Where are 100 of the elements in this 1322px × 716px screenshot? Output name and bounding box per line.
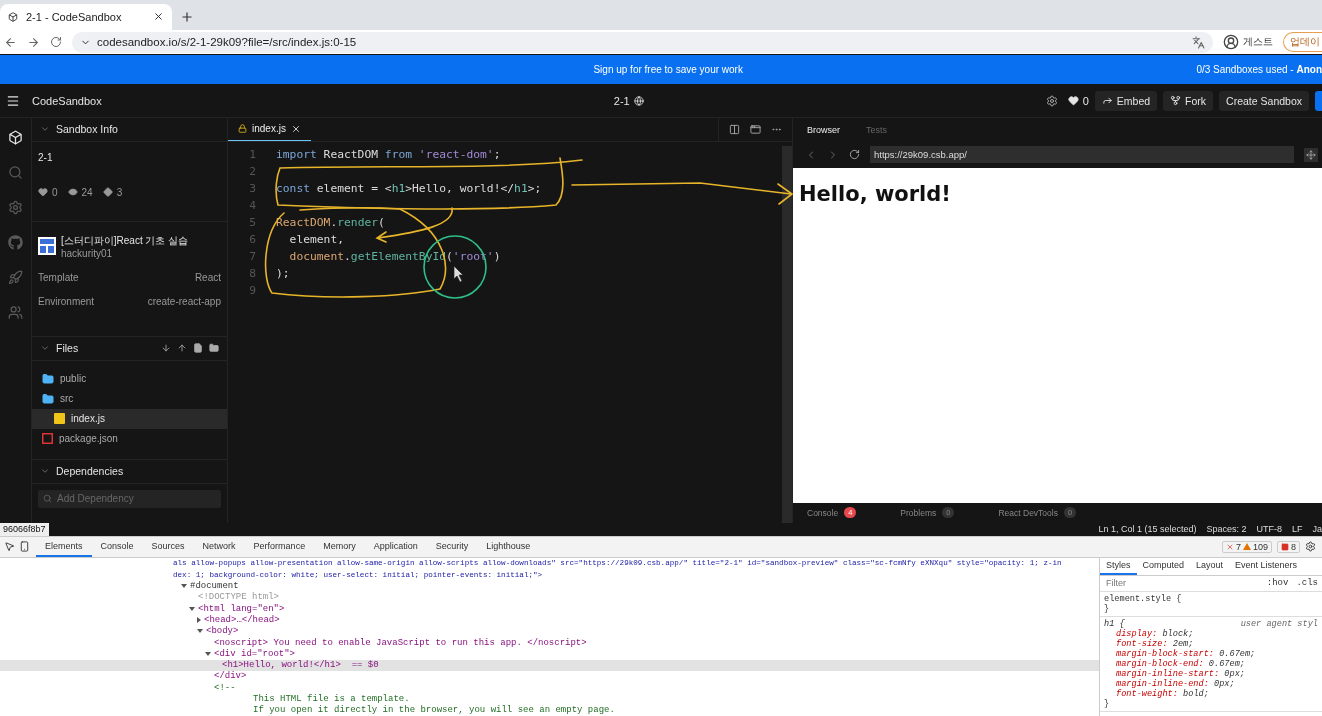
dom-node[interactable]: <div id="root"> bbox=[173, 648, 1099, 660]
new-tab-icon[interactable] bbox=[180, 9, 194, 24]
preview-url-field[interactable]: https://29k09.csb.app/ bbox=[870, 146, 1294, 164]
line-number: 8 bbox=[248, 266, 257, 280]
styles-tab[interactable]: Event Listeners bbox=[1229, 557, 1304, 575]
page-heading: Hello, world! bbox=[799, 181, 951, 206]
code-line: import ReactDOM from 'react-dom'; bbox=[276, 147, 501, 161]
file-item[interactable]: index.js bbox=[32, 408, 227, 429]
dom-node[interactable]: <noscript> You need to enable JavaScript to run this app. </noscript> bbox=[173, 636, 1099, 649]
styles-tab[interactable]: Styles bbox=[1100, 557, 1137, 575]
file-item[interactable]: public bbox=[32, 368, 227, 389]
scrollbar[interactable] bbox=[782, 145, 792, 523]
warning-icon bbox=[1242, 543, 1251, 551]
heart-icon[interactable] bbox=[1067, 95, 1079, 106]
profile-chip[interactable]: 게스트 bbox=[1223, 34, 1273, 51]
section-header[interactable]: Dependencies bbox=[32, 459, 227, 484]
sandbox-name: 2-1 bbox=[613, 94, 630, 107]
cube-icon[interactable] bbox=[8, 129, 23, 145]
dom-node[interactable]: <!-- bbox=[173, 682, 1099, 694]
devtools-tab[interactable]: Security bbox=[426, 536, 478, 558]
devtools-tab[interactable]: Lighthouse bbox=[477, 536, 540, 558]
devtools-tab[interactable]: Sources bbox=[142, 536, 194, 558]
profile-icon bbox=[1223, 34, 1239, 51]
dom-node[interactable]: <body> bbox=[173, 625, 1099, 637]
status-item: Spaces: 2 bbox=[1206, 524, 1247, 535]
dom-node[interactable]: <html lang="en"> bbox=[173, 603, 1099, 615]
banner-message: Sign up for free to save your work bbox=[592, 64, 744, 76]
fork-button[interactable]: Fork bbox=[1163, 90, 1214, 111]
expand-triangle-icon[interactable] bbox=[205, 651, 211, 656]
dom-node[interactable]: #document bbox=[173, 580, 1099, 592]
line-number: 2 bbox=[248, 164, 257, 178]
github-icon[interactable] bbox=[8, 234, 23, 250]
dom-node[interactable]: <head>…</head> bbox=[173, 614, 1099, 626]
close-icon[interactable] bbox=[153, 11, 164, 23]
devtools-tab[interactable]: Performance bbox=[244, 536, 315, 558]
stat-count: 3 bbox=[116, 186, 123, 198]
filter-field[interactable]: Filter bbox=[1104, 577, 1259, 590]
devtools-tab[interactable]: Console bbox=[91, 536, 143, 558]
section-header[interactable]: Sandbox Info bbox=[32, 117, 227, 142]
translate-icon[interactable] bbox=[1192, 35, 1205, 49]
editor-tab[interactable]: index.js bbox=[228, 117, 311, 141]
window-tab[interactable]: 2-1 - CodeSandbox bbox=[0, 3, 172, 30]
code-line: const element = <h1>Hello, world!</h1>; bbox=[276, 181, 542, 195]
devtools-tab[interactable]: Elements bbox=[36, 536, 92, 558]
device-icon[interactable] bbox=[19, 541, 30, 553]
issues-badge[interactable]: 8 bbox=[1277, 540, 1300, 553]
settings-icon[interactable] bbox=[1305, 541, 1316, 553]
expand-triangle-icon[interactable] bbox=[181, 584, 187, 589]
download-icon[interactable] bbox=[161, 343, 171, 354]
dom-node[interactable]: <h1>Hello, world!</h1> == $0 bbox=[0, 659, 1099, 671]
css-declaration: display: block; bbox=[1115, 628, 1195, 639]
preview-icon[interactable] bbox=[750, 123, 761, 135]
menu-icon[interactable] bbox=[6, 93, 20, 108]
css-brace: } bbox=[1104, 603, 1111, 614]
styles-tab[interactable]: Layout bbox=[1190, 557, 1230, 575]
search-icon bbox=[43, 494, 52, 504]
brand-name: CodeSandbox bbox=[32, 94, 102, 107]
rocket-icon[interactable] bbox=[8, 269, 23, 285]
issue-counts[interactable]: 7 109 bbox=[1221, 540, 1272, 553]
search-icon[interactable] bbox=[8, 164, 23, 180]
style-toggle[interactable]: .cls bbox=[1296, 578, 1318, 589]
settings-icon[interactable] bbox=[8, 199, 23, 215]
close-icon[interactable] bbox=[290, 123, 301, 134]
share-button[interactable] bbox=[1315, 90, 1322, 111]
users-icon[interactable] bbox=[8, 304, 23, 320]
section-header[interactable]: Files bbox=[32, 336, 227, 361]
new-folder-icon[interactable] bbox=[209, 343, 219, 354]
detail-value: React bbox=[194, 271, 221, 283]
js-file-icon bbox=[54, 413, 65, 425]
devtools-tab[interactable]: Application bbox=[364, 536, 427, 558]
move-icon[interactable] bbox=[1304, 147, 1318, 162]
reload-icon[interactable] bbox=[50, 36, 62, 49]
create-sandbox-button[interactable]: Create Sandbox bbox=[1219, 90, 1309, 111]
devtools-tab[interactable]: Network bbox=[193, 536, 245, 558]
styles-tab[interactable]: Computed bbox=[1136, 557, 1191, 575]
team-avatar-icon bbox=[38, 237, 56, 256]
diamond-icon bbox=[102, 187, 113, 198]
detail-value: create-react-app bbox=[147, 295, 221, 307]
css-brace: } bbox=[1104, 698, 1111, 709]
embed-button[interactable]: Embed bbox=[1094, 90, 1158, 111]
style-toggle[interactable]: :hov bbox=[1266, 578, 1289, 589]
commit-hash: 96066f8b7 bbox=[0, 522, 49, 536]
cursor-icon bbox=[453, 265, 464, 283]
line-number: 7 bbox=[248, 249, 257, 263]
update-button[interactable]: 업데이 bbox=[1283, 32, 1322, 53]
forward-icon[interactable] bbox=[27, 35, 40, 49]
folder-icon bbox=[42, 392, 54, 405]
split-view-icon[interactable] bbox=[729, 123, 740, 135]
file-item[interactable]: src bbox=[32, 388, 227, 409]
new-file-icon[interactable] bbox=[193, 343, 203, 354]
inspect-icon[interactable] bbox=[4, 541, 15, 553]
preview-tab[interactable]: Browser bbox=[807, 124, 840, 135]
file-item[interactable]: package.json bbox=[32, 428, 227, 449]
address-field[interactable]: codesandbox.io/s/2-1-29k09?file=/src/index.js:0-15 bbox=[72, 31, 1213, 53]
upload-icon[interactable] bbox=[177, 343, 187, 354]
settings-icon[interactable] bbox=[1045, 94, 1058, 107]
refresh-icon[interactable] bbox=[849, 149, 860, 161]
back-icon[interactable] bbox=[4, 35, 17, 49]
code-line: ReactDOM.render( bbox=[276, 215, 385, 229]
devtools-tab[interactable]: Memory bbox=[314, 536, 365, 558]
